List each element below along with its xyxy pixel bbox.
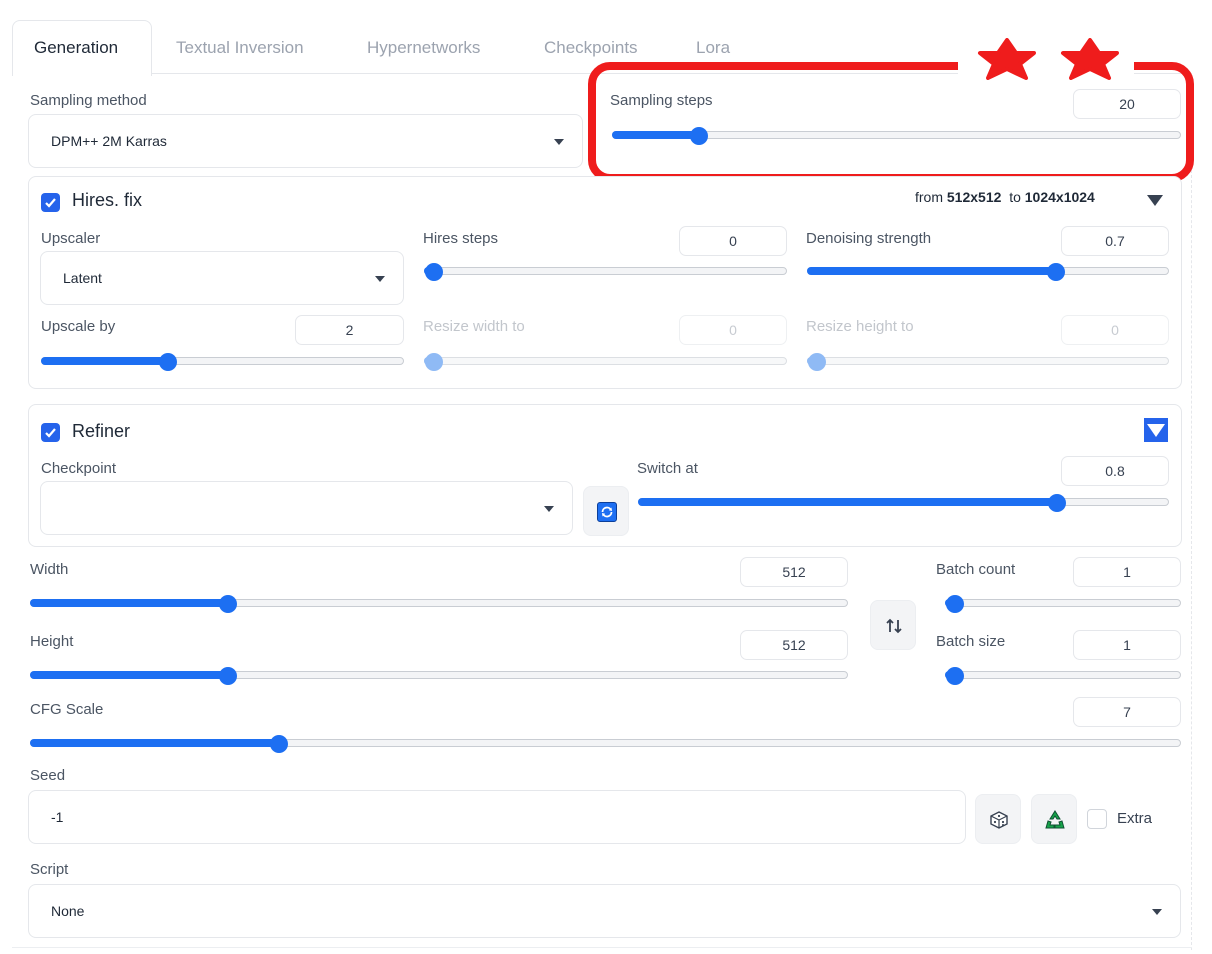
switch-at-input[interactable]: 0.8 (1061, 456, 1169, 486)
script-value: None (51, 903, 85, 919)
upscale-by-input[interactable]: 2 (295, 315, 404, 345)
slider-thumb[interactable] (808, 353, 826, 371)
tab-textual-inversion[interactable]: Textual Inversion (176, 38, 304, 58)
script-dropdown[interactable]: None (28, 884, 1181, 938)
checkpoint-dropdown[interactable] (40, 481, 573, 535)
highlight-box (588, 62, 1194, 182)
chevron-down-icon (1152, 909, 1162, 915)
sampling-method-value: DPM++ 2M Karras (51, 133, 167, 149)
upscaler-dropdown[interactable]: Latent (40, 251, 404, 305)
hires-steps-input[interactable]: 0 (679, 226, 787, 256)
hires-fix-checkbox[interactable] (41, 193, 60, 212)
star-icon (978, 38, 1036, 80)
extra-checkbox[interactable] (1087, 809, 1107, 829)
slider-fill (41, 357, 167, 365)
extra-label: Extra (1117, 810, 1153, 827)
slider-fill (30, 599, 227, 607)
script-label: Script (30, 861, 69, 878)
tab-generation[interactable]: Generation (34, 38, 118, 58)
swap-icon (886, 618, 902, 634)
resize-width-slider[interactable] (424, 353, 787, 371)
dice-icon (990, 811, 1008, 829)
info-from-size: 512x512 (946, 189, 1002, 205)
hires-steps-label: Hires steps (423, 230, 499, 247)
cfg-scale-label: CFG Scale (30, 701, 104, 718)
cfg-scale-slider[interactable] (30, 735, 1181, 753)
bottom-border (12, 947, 1192, 948)
height-input[interactable]: 512 (740, 630, 848, 660)
denoising-input[interactable]: 0.7 (1061, 226, 1169, 256)
batch-count-input[interactable]: 1 (1073, 557, 1181, 587)
refiner-title: Refiner (72, 421, 131, 441)
hires-steps-slider[interactable] (424, 263, 787, 281)
resize-width-label: Resize width to (423, 318, 525, 335)
tab-checkpoints[interactable]: Checkpoints (544, 38, 638, 58)
slider-fill (30, 739, 278, 747)
batch-size-input[interactable]: 1 (1073, 630, 1181, 660)
tab-lora[interactable]: Lora (696, 38, 730, 58)
switch-at-slider[interactable] (638, 494, 1169, 512)
batch-count-label: Batch count (936, 561, 1016, 578)
info-from: from (915, 189, 943, 205)
seed-input[interactable]: -1 (28, 790, 966, 844)
upscaler-value: Latent (63, 270, 102, 286)
denoising-label: Denoising strength (806, 230, 932, 247)
slider-fill (30, 671, 227, 679)
upscale-by-label: Upscale by (41, 318, 116, 335)
width-input[interactable]: 512 (740, 557, 848, 587)
random-seed-button[interactable] (975, 794, 1021, 844)
resize-height-slider[interactable] (807, 353, 1169, 371)
refiner-checkbox[interactable] (41, 423, 60, 442)
resize-height-input[interactable]: 0 (1061, 315, 1169, 345)
checkpoint-label: Checkpoint (41, 460, 117, 477)
slider-thumb[interactable] (269, 735, 288, 753)
star-icon (1061, 38, 1119, 80)
batch-size-slider[interactable] (945, 667, 1181, 685)
upscale-by-slider[interactable] (41, 353, 404, 371)
resize-height-label: Resize height to (806, 318, 914, 335)
slider-thumb[interactable] (1047, 494, 1066, 512)
seed-value: -1 (51, 809, 64, 825)
slider-thumb[interactable] (946, 667, 964, 685)
collapse-triangle-icon[interactable] (1147, 195, 1163, 206)
slider-thumb[interactable] (946, 595, 964, 613)
height-label: Height (30, 633, 74, 650)
denoising-slider[interactable] (807, 263, 1169, 281)
info-to: to (1009, 189, 1021, 205)
height-slider[interactable] (30, 667, 848, 685)
hires-fix-info: from 512x512 to 1024x1024 (915, 189, 1095, 205)
width-label: Width (30, 561, 69, 578)
swap-dimensions-button[interactable] (870, 600, 916, 650)
slider-fill (807, 267, 1056, 275)
upscaler-label: Upscaler (41, 230, 101, 247)
refresh-button[interactable] (583, 486, 629, 536)
info-to-size: 1024x1024 (1024, 189, 1095, 205)
slider-fill (638, 498, 1056, 506)
switch-at-label: Switch at (637, 460, 698, 477)
hires-fix-title: Hires. fix (72, 190, 143, 210)
seed-label: Seed (30, 767, 66, 784)
slider-thumb[interactable] (218, 667, 237, 685)
chevron-down-icon (544, 506, 554, 512)
resize-width-input[interactable]: 0 (679, 315, 787, 345)
recycle-icon (1045, 810, 1065, 829)
container-edge (1191, 170, 1192, 950)
chevron-down-icon (375, 276, 385, 282)
cfg-scale-input[interactable]: 7 (1073, 697, 1181, 727)
collapse-triangle-icon[interactable] (1144, 418, 1168, 442)
chevron-down-icon (554, 139, 564, 145)
slider-thumb[interactable] (218, 595, 237, 613)
sampling-method-label: Sampling method (30, 92, 147, 109)
refresh-icon (597, 502, 617, 522)
batch-size-label: Batch size (936, 633, 1006, 650)
tab-hypernetworks[interactable]: Hypernetworks (367, 38, 480, 58)
reuse-seed-button[interactable] (1031, 794, 1077, 844)
batch-count-slider[interactable] (945, 595, 1181, 613)
slider-thumb[interactable] (425, 263, 443, 281)
sampling-method-dropdown[interactable]: DPM++ 2M Karras (28, 114, 583, 168)
slider-thumb[interactable] (425, 353, 443, 371)
slider-thumb[interactable] (158, 353, 177, 371)
width-slider[interactable] (30, 595, 848, 613)
